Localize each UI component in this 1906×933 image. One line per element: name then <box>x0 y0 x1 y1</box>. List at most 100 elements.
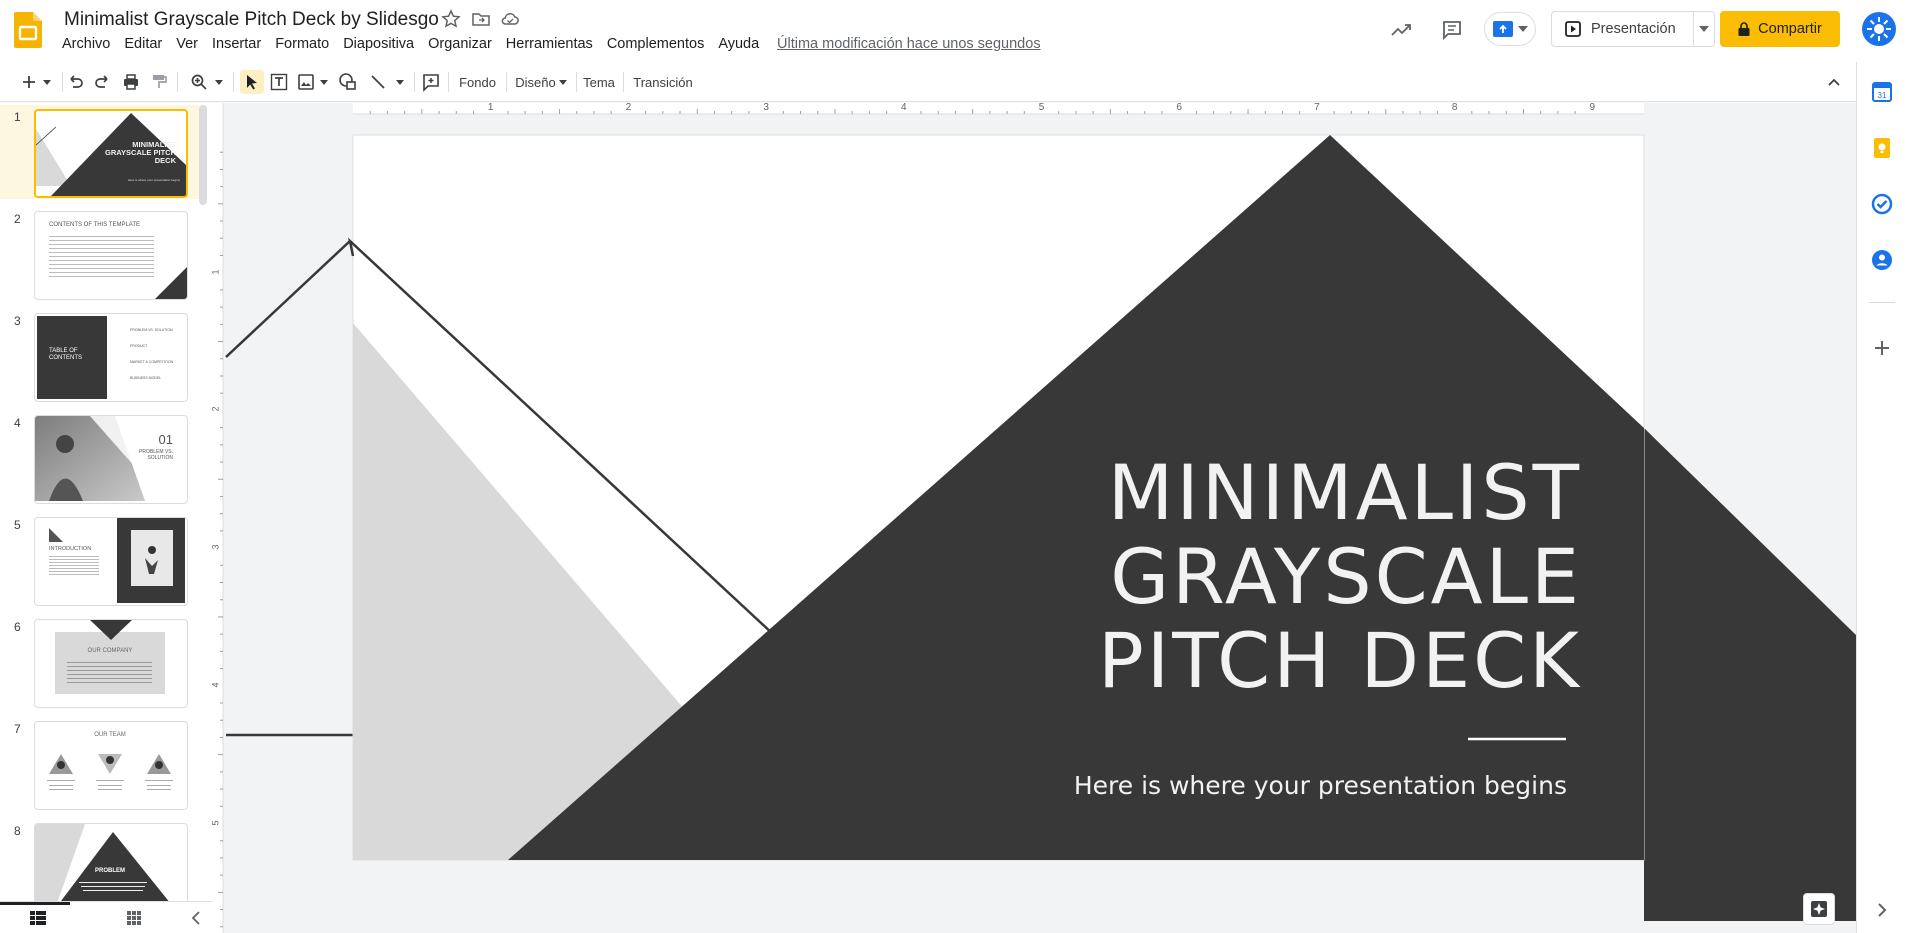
activity-trend-icon[interactable] <box>1390 19 1412 41</box>
line-button[interactable] <box>368 70 406 94</box>
ruler-label: 6 <box>1176 103 1182 113</box>
new-slide-button[interactable] <box>16 70 56 94</box>
thumb-item: PROBLEM VS. SOLUTION <box>130 328 173 332</box>
expand-icon[interactable] <box>1870 898 1894 922</box>
menu-formato[interactable]: Formato <box>268 36 336 56</box>
toolbar-divider <box>177 72 178 92</box>
menu-bar: Archivo Editar Ver Insertar Formato Diap… <box>55 36 766 56</box>
explore-button[interactable] <box>1803 893 1835 925</box>
contacts-icon[interactable] <box>1870 248 1894 272</box>
menu-diapositiva[interactable]: Diapositiva <box>336 36 421 56</box>
slide-thumbnail-2[interactable]: CONTENTS OF THIS TEMPLATE <box>34 211 188 300</box>
image-icon <box>298 74 314 90</box>
editor-canvas: 1 2 3 4 5 6 7 8 9 1 2 3 4 5 MINIMALIST GRAYSCALE PIT… <box>212 103 1856 933</box>
active-view-indicator <box>0 902 70 905</box>
slide-thumbnail-8[interactable]: PROBLEM <box>34 823 188 901</box>
menu-herramientas[interactable]: Herramientas <box>499 36 600 56</box>
slide-thumbnail-3[interactable]: TABLE OF CONTENTS PROBLEM VS. SOLUTION P… <box>34 313 188 402</box>
present-dropdown[interactable] <box>1693 11 1715 47</box>
slide-thumbnail-1[interactable]: MINIMALIST GRAYSCALE PITCH DECK Here is … <box>34 109 188 198</box>
menu-organizar[interactable]: Organizar <box>421 36 499 56</box>
ruler-label: 4 <box>212 682 221 687</box>
select-tool[interactable] <box>240 70 264 94</box>
thumb-item: BUSINESS MODEL <box>130 376 162 380</box>
toolbar-divider <box>448 72 449 92</box>
ruler-label: 9 <box>1589 103 1596 113</box>
transition-button[interactable]: Transición <box>629 70 697 94</box>
document-title[interactable]: Minimalist Grayscale Pitch Deck by Slide… <box>64 9 439 31</box>
select-icon <box>247 75 257 90</box>
slide-thumbnail-4[interactable]: 01 PROBLEM VS. SOLUTION <box>34 415 188 504</box>
paint-format-icon[interactable] <box>150 70 168 94</box>
slide-thumbnail-6[interactable]: OUR COMPANY <box>34 619 188 708</box>
filmstrip-footer <box>0 901 212 933</box>
slide-number: 2 <box>14 212 21 226</box>
collapse-icon[interactable] <box>1826 70 1842 94</box>
toolbar-divider <box>414 72 415 92</box>
slide-title[interactable]: MINIMALIST GRAYSCALE PITCH DECK <box>1062 451 1582 703</box>
toolbar-divider <box>62 72 63 92</box>
textbox-icon[interactable] <box>270 70 288 94</box>
grid-view-icon[interactable] <box>127 911 141 925</box>
slide-thumbnail-5[interactable]: INTRODUCTION <box>34 517 188 606</box>
theme-button[interactable]: Tema <box>581 70 617 94</box>
add-icon[interactable] <box>1870 336 1894 360</box>
chevron-down-icon <box>1698 26 1709 32</box>
shape-icon[interactable] <box>338 70 358 94</box>
chevron-down-icon <box>558 79 567 85</box>
last-edit-link[interactable]: Última modificación hace unos segundos <box>777 36 1041 52</box>
menu-insertar[interactable]: Insertar <box>205 36 268 56</box>
comments-icon[interactable] <box>1441 19 1463 41</box>
present-button[interactable]: Presentación <box>1551 11 1694 47</box>
layout-button[interactable]: Diseño <box>512 70 570 94</box>
menu-ayuda[interactable]: Ayuda <box>711 36 766 56</box>
menu-archivo[interactable]: Archivo <box>55 36 117 56</box>
tasks-icon[interactable] <box>1870 192 1894 216</box>
filmstrip-view-icon[interactable] <box>30 911 46 925</box>
slides-logo[interactable] <box>14 12 42 48</box>
ruler-label: 3 <box>763 103 769 113</box>
slide-title-line: GRAYSCALE <box>1110 532 1582 621</box>
menu-editar[interactable]: Editar <box>117 36 169 56</box>
collapse-panel-icon[interactable] <box>190 910 202 926</box>
meet-present-icon <box>1493 21 1513 37</box>
image-button[interactable] <box>298 70 328 94</box>
thumb-title: MINIMALIST GRAYSCALE PITCH DECK <box>105 140 176 165</box>
zoom-button[interactable] <box>188 70 226 94</box>
calendar-icon[interactable]: 31 <box>1870 80 1894 104</box>
lock-icon <box>1738 22 1750 36</box>
toolbar-divider <box>576 72 577 92</box>
chevron-down-icon <box>396 79 404 85</box>
thumb-item: MARKET & COMPETITION <box>130 360 174 364</box>
share-label: Compartir <box>1758 21 1822 37</box>
avatar[interactable] <box>1862 12 1896 46</box>
print-icon[interactable] <box>122 70 140 94</box>
overflow-line-left <box>225 240 351 358</box>
overflow-triangle-right <box>1644 428 1856 933</box>
filmstrip-scrollbar[interactable] <box>199 105 207 205</box>
redo-icon[interactable] <box>94 70 112 94</box>
slide-title-line: PITCH DECK <box>1097 616 1582 705</box>
toolbar-divider <box>623 72 624 92</box>
meet-present-button[interactable] <box>1484 12 1536 46</box>
thumb-title: OUR TEAM <box>94 732 126 738</box>
share-button[interactable]: Compartir <box>1720 11 1840 47</box>
thumb-item: PRODUCT <box>130 344 148 348</box>
thumb-title: PROBLEM <box>95 868 125 874</box>
ruler-label: 2 <box>625 103 632 113</box>
menu-ver[interactable]: Ver <box>169 36 205 56</box>
slide-subtitle[interactable]: Here is where your presentation begins <box>1062 771 1567 800</box>
ruler-label: 1 <box>487 103 494 113</box>
slide-thumbnail-7[interactable]: OUR TEAM <box>34 721 188 810</box>
ruler-label: 1 <box>212 269 221 274</box>
ruler-label: 8 <box>1451 103 1458 113</box>
cloud-status-icon[interactable] <box>500 9 520 29</box>
star-icon[interactable] <box>441 9 461 29</box>
comment-add-icon[interactable] <box>421 70 441 94</box>
undo-icon[interactable] <box>66 70 84 94</box>
keep-icon[interactable] <box>1870 136 1894 160</box>
move-folder-icon[interactable] <box>471 9 491 29</box>
menu-complementos[interactable]: Complementos <box>600 36 712 56</box>
background-button[interactable]: Fondo <box>455 70 500 94</box>
thumb-subtitle: PROBLEM VS. SOLUTION <box>139 449 173 461</box>
